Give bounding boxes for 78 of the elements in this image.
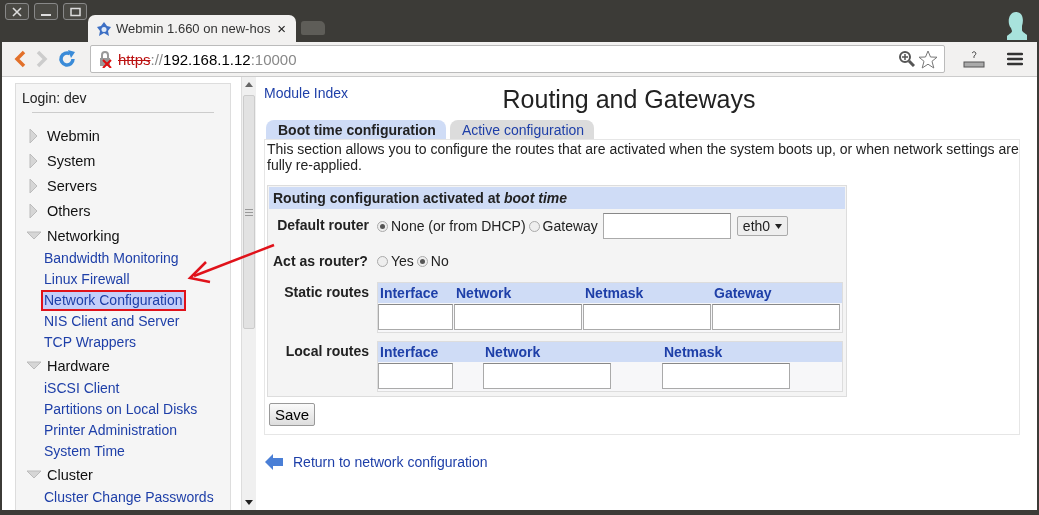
return-link[interactable]: Return to network configuration	[293, 454, 488, 470]
radio-label: None (or from DHCP)	[391, 218, 526, 234]
page-title: Routing and Gateways	[501, 85, 757, 114]
route-input[interactable]	[662, 363, 790, 389]
module-link[interactable]: NIS Client and Server	[41, 311, 183, 332]
grip-icon	[245, 208, 254, 216]
minimize-button[interactable]	[34, 3, 58, 20]
field-label: Act as router?	[272, 253, 369, 269]
maximize-icon	[69, 6, 81, 17]
zoom-icon[interactable]	[899, 51, 915, 67]
section-header: Routing configuration activated at boot time	[269, 187, 845, 209]
module-link[interactable]: Printer Administration	[41, 420, 181, 441]
tab[interactable]: Boot time configuration	[266, 120, 446, 139]
radio-button[interactable]	[416, 255, 428, 267]
tab[interactable]: Active configuration	[449, 120, 595, 139]
category-label[interactable]: Webmin	[47, 127, 100, 144]
user-silhouette-icon[interactable]	[1005, 10, 1027, 40]
column-header: Network	[455, 284, 513, 303]
field-label: Default router	[276, 216, 370, 233]
module-link[interactable]: TCP Wrappers	[41, 332, 140, 353]
tab-title: Webmin 1.660 on new-hos	[116, 21, 271, 36]
category-label[interactable]: Networking	[47, 227, 120, 244]
field-label: Static routes	[283, 283, 370, 300]
radio-button[interactable]	[377, 255, 388, 267]
module-link[interactable]: Network Configuration	[41, 290, 186, 311]
category-label[interactable]: Cluster	[47, 466, 93, 483]
column-header: Netmask	[663, 343, 724, 362]
maximize-button[interactable]	[63, 3, 87, 20]
tab-close-button[interactable]: ×	[275, 20, 288, 37]
reload-button[interactable]	[58, 50, 76, 68]
close-icon	[12, 6, 22, 17]
minimize-icon	[41, 13, 51, 16]
radio-label: Gateway	[542, 218, 598, 234]
radio-button[interactable]	[377, 220, 388, 232]
column-header: Netmask	[584, 284, 645, 303]
bookmark-star-icon[interactable]	[918, 49, 938, 69]
close-button[interactable]	[5, 3, 29, 20]
column-header: Network	[484, 343, 542, 362]
radio-label: Yes	[391, 253, 414, 269]
module-index-link[interactable]: Module Index	[264, 85, 349, 101]
browser-tab[interactable]: Webmin 1.660 on new-hos ×	[88, 15, 296, 42]
category-label[interactable]: System	[47, 152, 96, 169]
module-link[interactable]: Partitions on Local Disks	[41, 399, 201, 420]
webmin-logo-icon	[96, 20, 112, 37]
module-link[interactable]: iSCSI Client	[41, 378, 123, 399]
route-input[interactable]	[583, 304, 711, 330]
category-label[interactable]: Hardware	[47, 357, 110, 374]
caret-icon	[775, 223, 783, 229]
radio-label: No	[430, 253, 449, 269]
url-text: https://192.168.1.12:10000	[118, 50, 297, 68]
gateway-input[interactable]	[602, 213, 731, 239]
module-link[interactable]: Bandwidth Monitoring	[41, 248, 182, 269]
save-button[interactable]: Save	[269, 403, 316, 426]
route-input[interactable]	[378, 363, 453, 389]
description-text: This section allows you to configure the routes that are activated when the system boots up, or when network settings are fully re-applied.	[267, 141, 1019, 173]
interface-dropdown[interactable]: eth0	[736, 216, 789, 236]
module-link[interactable]: Linux Firewall	[41, 269, 133, 290]
keyboard-help-icon[interactable]	[963, 49, 985, 69]
column-header: Interface	[379, 343, 440, 362]
insecure-lock-icon[interactable]	[97, 50, 115, 68]
back-button[interactable]	[14, 50, 26, 68]
module-link[interactable]: Cluster Change Passwords	[41, 487, 217, 508]
login-label: Login: dev	[22, 90, 87, 106]
radio-button[interactable]	[528, 220, 540, 232]
back-arrow-icon[interactable]	[264, 452, 284, 472]
route-input[interactable]	[378, 304, 453, 330]
field-label: Local routes	[284, 342, 370, 359]
scrollbar[interactable]	[241, 77, 256, 510]
route-input[interactable]	[712, 304, 840, 330]
route-input[interactable]	[454, 304, 582, 330]
column-header: Interface	[379, 284, 440, 303]
address-bar[interactable]: https://192.168.1.12:10000	[90, 45, 945, 73]
column-header: Gateway	[713, 284, 773, 303]
category-label[interactable]: Others	[47, 202, 91, 219]
route-input[interactable]	[483, 363, 611, 389]
module-link[interactable]: System Time	[41, 441, 128, 462]
category-label[interactable]: Servers	[47, 177, 97, 194]
menu-icon[interactable]	[1007, 52, 1023, 66]
